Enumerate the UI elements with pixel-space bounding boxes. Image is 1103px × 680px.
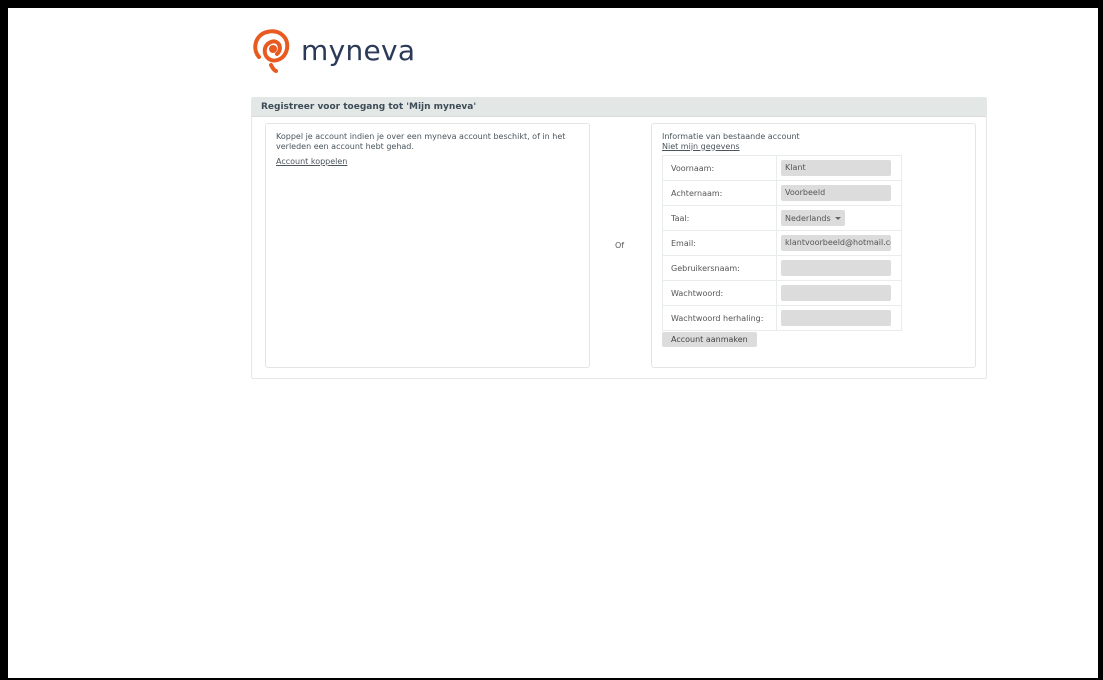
- username-field[interactable]: [781, 260, 891, 276]
- create-account-box: Informatie van bestaande account Niet mi…: [651, 123, 976, 368]
- page: myneva Registreer voor toegang tot 'Mijn…: [8, 8, 1098, 678]
- form-row-password-repeat: Wachtwoord herhaling:: [662, 305, 902, 331]
- form-row-password: Wachtwoord:: [662, 280, 902, 306]
- password-label: Wachtwoord:: [662, 280, 777, 306]
- not-my-data-link[interactable]: Niet mijn gegevens: [662, 142, 965, 151]
- password-repeat-field[interactable]: [781, 310, 891, 326]
- chevron-down-icon: [834, 217, 841, 220]
- password-repeat-label: Wachtwoord herhaling:: [662, 305, 777, 331]
- link-account-box: Koppel je account indien je over een myn…: [265, 123, 590, 368]
- password-field[interactable]: [781, 285, 891, 301]
- last-name-field[interactable]: Voorbeeld: [781, 185, 891, 201]
- or-separator: Of: [615, 241, 625, 250]
- registration-panel: Registreer voor toegang tot 'Mijn myneva…: [251, 97, 987, 379]
- language-label: Taal:: [662, 205, 777, 231]
- form-row-last-name: Achternaam: Voorbeeld: [662, 180, 902, 206]
- panel-title: Registreer voor toegang tot 'Mijn myneva…: [252, 98, 986, 117]
- account-form: Voornaam: Klant Achternaam: Voorbeeld Ta…: [662, 155, 902, 331]
- brand-name: myneva: [301, 33, 416, 67]
- first-name-field[interactable]: Klant: [781, 160, 891, 176]
- language-select[interactable]: Nederlands: [781, 210, 845, 226]
- myneva-logo-icon: [253, 29, 290, 73]
- form-row-username: Gebruikersnaam:: [662, 255, 902, 281]
- form-row-first-name: Voornaam: Klant: [662, 155, 902, 181]
- email-label: Email:: [662, 230, 777, 256]
- email-field[interactable]: klantvoorbeeld@hotmail.cc: [781, 235, 891, 251]
- last-name-label: Achternaam:: [662, 180, 777, 206]
- existing-account-title: Informatie van bestaande account: [662, 132, 800, 141]
- username-label: Gebruikersnaam:: [662, 255, 777, 281]
- create-account-button[interactable]: Account aanmaken: [662, 332, 757, 347]
- form-row-email: Email: klantvoorbeeld@hotmail.cc: [662, 230, 902, 256]
- link-account-intro: Koppel je account indien je over een myn…: [276, 132, 566, 151]
- form-row-language: Taal: Nederlands: [662, 205, 902, 231]
- link-account-link[interactable]: Account koppelen: [276, 157, 579, 166]
- language-select-value: Nederlands: [785, 213, 831, 223]
- first-name-label: Voornaam:: [662, 155, 777, 181]
- brand-logo: myneva: [251, 25, 415, 75]
